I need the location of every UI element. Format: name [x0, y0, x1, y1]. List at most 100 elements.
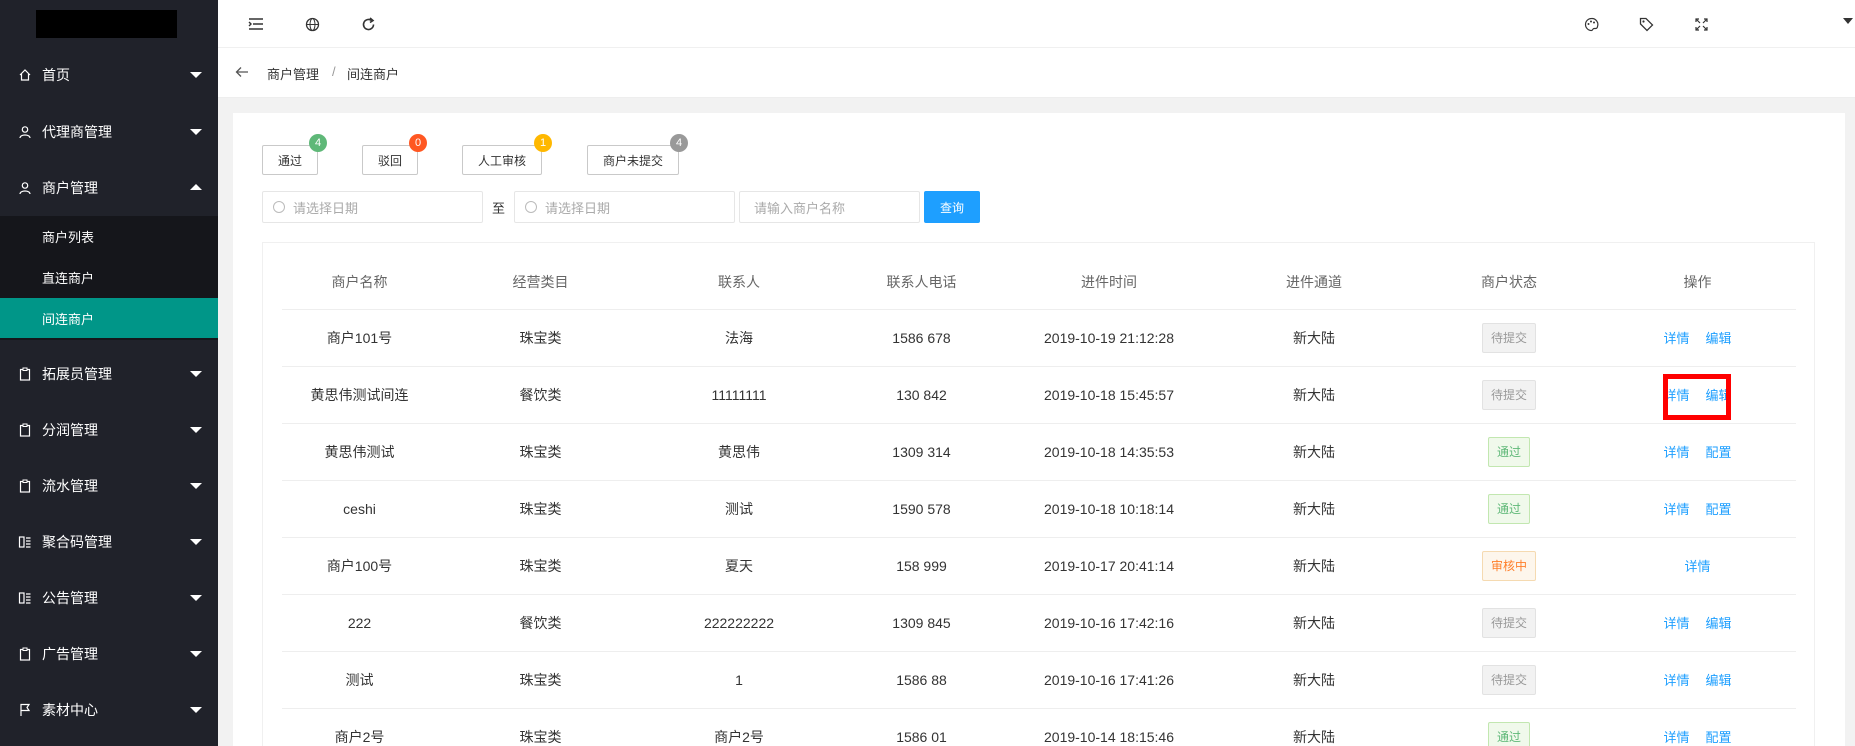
menu-toggle-icon[interactable] [246, 14, 266, 34]
col-header-status[interactable]: 商户状态 [1419, 256, 1599, 310]
status-filter-rejected[interactable]: 驳回 [362, 145, 418, 175]
cell-merchant-name: 黄思伟测试 [282, 423, 437, 481]
config-link[interactable]: 配置 [1706, 445, 1732, 460]
config-link[interactable]: 配置 [1706, 502, 1732, 517]
config-link[interactable]: 配置 [1706, 730, 1732, 745]
col-header-time[interactable]: 进件时间 [1009, 256, 1209, 310]
edit-link[interactable]: 编辑 [1706, 388, 1732, 403]
sidebar-subitem-indirect-merchants[interactable]: 间连商户 [0, 298, 218, 338]
detail-link[interactable]: 详情 [1663, 616, 1689, 631]
subitem-label: 商户列表 [42, 229, 95, 245]
col-header-channel[interactable]: 进件通道 [1209, 256, 1419, 310]
sidebar-item-label: 商户管理 [42, 180, 98, 196]
cell-actions: 详情 配置 [1599, 708, 1796, 746]
end-date-input[interactable]: 请选择日期 [514, 191, 735, 223]
count-badge: 4 [309, 134, 327, 152]
edit-link[interactable]: 编辑 [1706, 616, 1732, 631]
fullscreen-icon[interactable] [1691, 14, 1711, 34]
user-icon [18, 181, 32, 195]
status-filter-not-submitted[interactable]: 商户未提交 [587, 145, 679, 175]
status-filter-manual-review[interactable]: 人工审核 [462, 145, 542, 175]
query-button[interactable]: 查询 [924, 191, 980, 223]
cell-time: 2019-10-14 18:15:46 [1009, 708, 1209, 746]
col-header-merchant-name[interactable]: 商户名称 [282, 256, 437, 310]
chevron-down-icon [190, 707, 202, 713]
merchant-name-input[interactable]: 请输入商户名称 [739, 191, 920, 223]
sidebar-item-agents[interactable]: 代理商管理 [0, 104, 218, 160]
table-row: 222 餐饮类 222222222 1309 845 2019-10-16 17… [282, 594, 1796, 652]
edit-link[interactable]: 编辑 [1706, 673, 1732, 688]
sidebar-item-label: 流水管理 [42, 478, 98, 494]
query-label: 查询 [939, 200, 964, 215]
cell-category: 餐饮类 [437, 594, 644, 652]
sidebar-item-aggregate-codes[interactable]: 聚合码管理 [0, 514, 218, 570]
merchant-submenu: 商户列表 直连商户 间连商户 [0, 216, 218, 340]
sidebar-item-label: 广告管理 [42, 646, 98, 662]
detail-link[interactable]: 详情 [1663, 388, 1689, 403]
cell-channel: 新大陆 [1209, 309, 1419, 367]
sidebar-item-materials[interactable]: 素材中心 [0, 682, 218, 738]
detail-link[interactable]: 详情 [1663, 502, 1689, 517]
col-header-category[interactable]: 经营类目 [437, 256, 644, 310]
count-badge: 4 [670, 134, 688, 152]
chevron-down-icon [190, 371, 202, 377]
palette-icon[interactable] [1581, 14, 1601, 34]
cell-actions: 详情 [1599, 537, 1796, 595]
merchant-name-placeholder: 请输入商户名称 [754, 200, 846, 216]
sidebar-item-merchants[interactable]: 商户管理 [0, 160, 218, 216]
cell-status: 审核中 [1419, 537, 1599, 595]
tag-icon[interactable] [1636, 14, 1656, 34]
cell-category: 珠宝类 [437, 537, 644, 595]
home-icon [18, 68, 32, 82]
refresh-icon[interactable] [358, 14, 378, 34]
chevron-down-icon [190, 595, 202, 601]
sidebar-item-label: 公告管理 [42, 590, 98, 606]
cell-category: 珠宝类 [437, 423, 644, 481]
clipboard-icon [18, 423, 32, 437]
col-header-phone[interactable]: 联系人电话 [834, 256, 1009, 310]
detail-link[interactable]: 详情 [1663, 673, 1689, 688]
detail-link[interactable]: 详情 [1663, 730, 1689, 745]
subitem-label: 间连商户 [42, 311, 95, 327]
breadcrumb-parent[interactable]: 商户管理 [267, 64, 319, 83]
cell-phone: 130 842 [834, 366, 1009, 424]
sidebar-subitem-merchant-list[interactable]: 商户列表 [0, 216, 218, 256]
cell-contact: 黄思伟 [644, 423, 834, 481]
col-header-contact[interactable]: 联系人 [644, 256, 834, 310]
cell-status: 待提交 [1419, 594, 1599, 652]
start-date-input[interactable]: 请选择日期 [262, 191, 483, 223]
cell-category: 珠宝类 [437, 651, 644, 709]
sidebar-item-ads[interactable]: 广告管理 [0, 626, 218, 682]
sidebar-subitem-direct-merchants[interactable]: 直连商户 [0, 257, 218, 297]
cell-time: 2019-10-18 14:35:53 [1009, 423, 1209, 481]
detail-link[interactable]: 详情 [1684, 559, 1710, 574]
sidebar-item-label: 拓展员管理 [42, 366, 112, 382]
chevron-down-icon [190, 129, 202, 135]
table-row: 测试 珠宝类 1 1586 88 2019-10-16 17:41:26 新大陆… [282, 651, 1796, 709]
edit-link[interactable]: 编辑 [1706, 331, 1732, 346]
table-row: 商户2号 珠宝类 商户2号 1586 01 2019-10-14 18:15:4… [282, 708, 1796, 746]
status-badge: 通过 [1487, 436, 1530, 467]
cell-time: 2019-10-19 21:12:28 [1009, 309, 1209, 367]
cell-contact: 测试 [644, 480, 834, 538]
sidebar-item-home[interactable]: 首页 [0, 47, 218, 103]
cell-time: 2019-10-16 17:41:26 [1009, 651, 1209, 709]
status-filter-approved[interactable]: 通过 [262, 145, 318, 175]
sidebar-item-transactions[interactable]: 流水管理 [0, 458, 218, 514]
globe-icon[interactable] [302, 14, 322, 34]
table-row: 黄思伟测试 珠宝类 黄思伟 1309 314 2019-10-18 14:35:… [282, 423, 1796, 481]
sidebar-item-promoters[interactable]: 拓展员管理 [0, 346, 218, 402]
detail-link[interactable]: 详情 [1663, 331, 1689, 346]
status-filter-label: 驳回 [377, 153, 402, 168]
status-badge: 通过 [1487, 721, 1530, 746]
cell-phone: 1590 578 [834, 480, 1009, 538]
cell-actions: 详情 配置 [1599, 423, 1796, 481]
detail-link[interactable]: 详情 [1663, 445, 1689, 460]
clipboard-icon [18, 367, 32, 381]
user-menu-chevron-icon[interactable] [1843, 18, 1853, 24]
back-arrow-icon[interactable] [234, 64, 250, 80]
cell-channel: 新大陆 [1209, 537, 1419, 595]
sidebar-item-announcements[interactable]: 公告管理 [0, 570, 218, 626]
sidebar-item-profit-sharing[interactable]: 分润管理 [0, 402, 218, 458]
cell-actions: 详情 编辑 [1599, 594, 1796, 652]
